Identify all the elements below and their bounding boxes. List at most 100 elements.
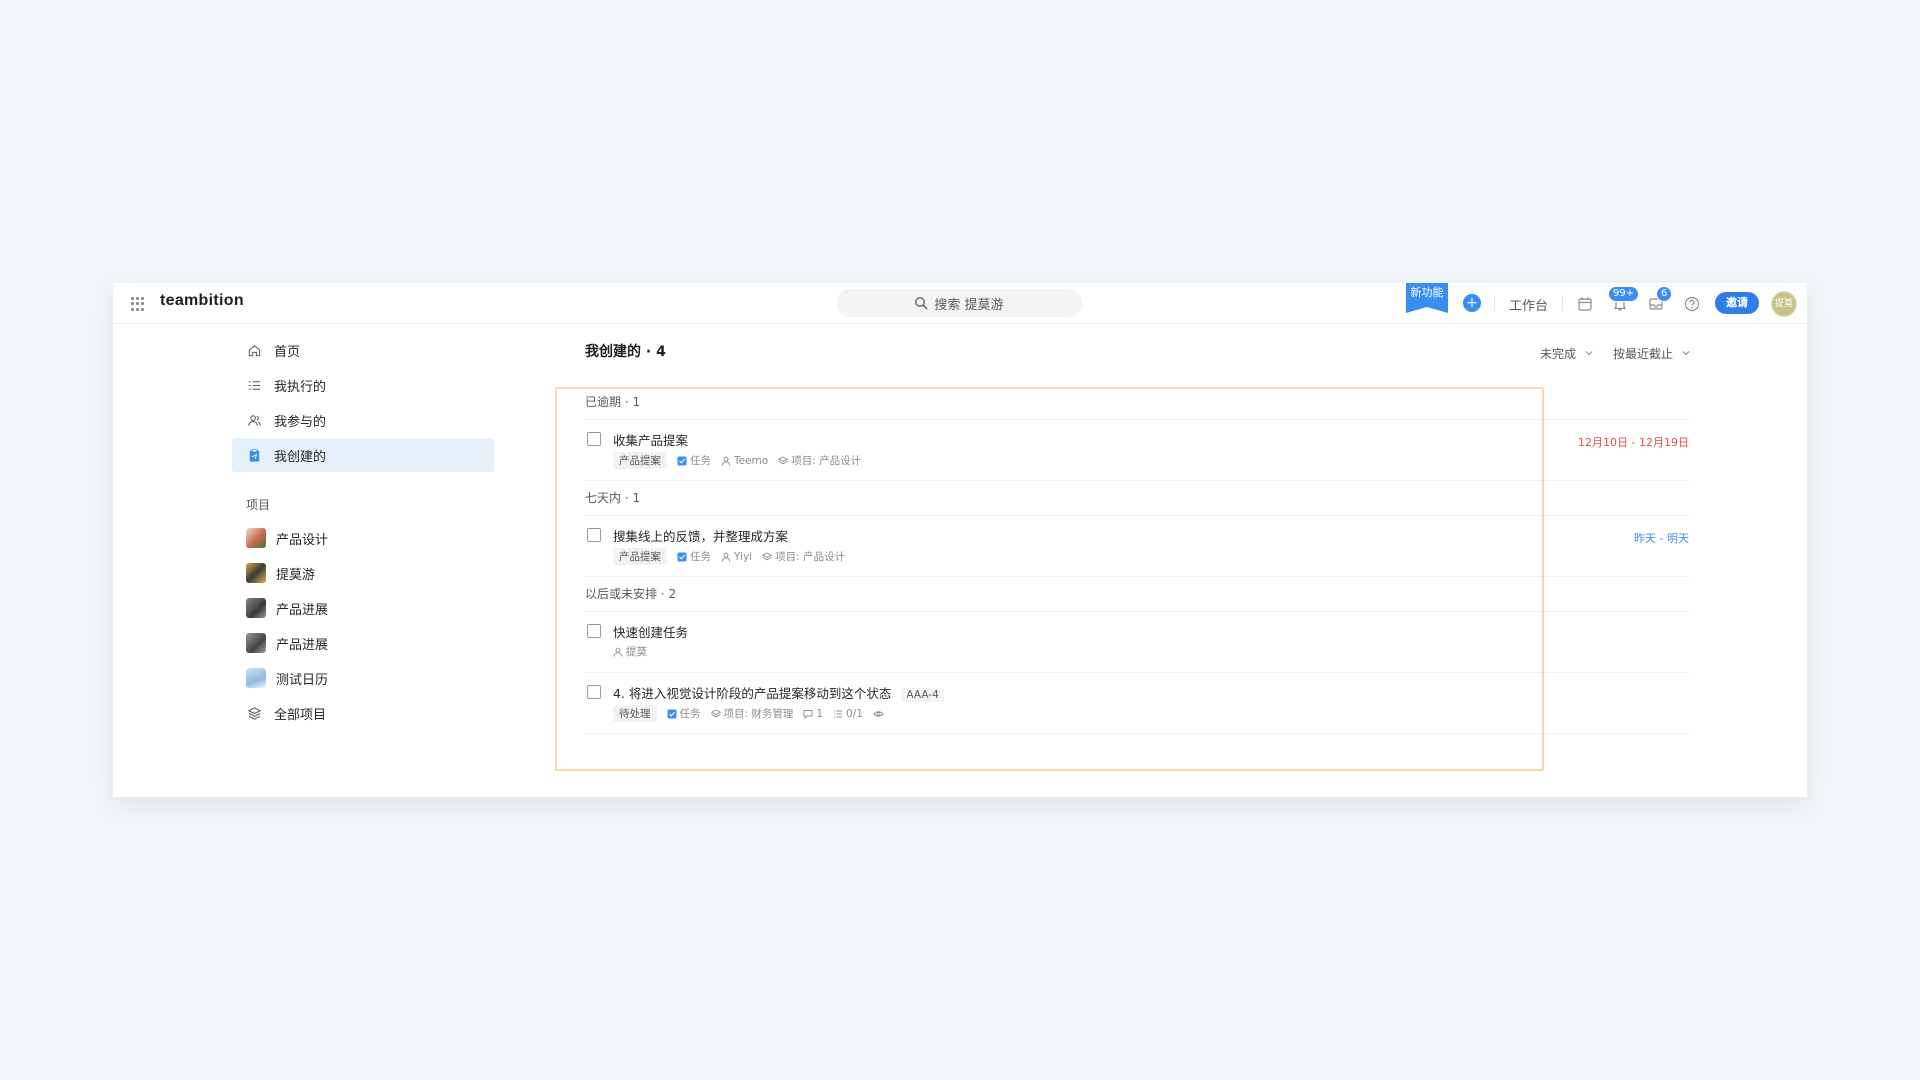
nav-label: 我参与的 bbox=[274, 414, 327, 430]
task-title[interactable]: 4. 将进入视觉设计阶段的产品提案移动到这个状态 AAA-4 bbox=[613, 683, 944, 702]
task-type: 任务 bbox=[667, 706, 701, 721]
task-tag: 产品提案 bbox=[613, 548, 667, 565]
user-avatar[interactable]: 提莫 bbox=[1771, 291, 1797, 317]
calendar-icon[interactable] bbox=[1576, 295, 1594, 313]
sort-dropdown[interactable]: 按最近截止 bbox=[1613, 345, 1691, 362]
task-meta: 提莫 bbox=[613, 644, 657, 659]
assignee-name: Teemo bbox=[734, 454, 769, 467]
project-item[interactable]: 产品设计 bbox=[232, 521, 494, 555]
project-thumbnail bbox=[246, 528, 266, 548]
search-placeholder: 搜索 提莫游 bbox=[934, 297, 1004, 313]
task-type-label: 任务 bbox=[690, 551, 711, 563]
notification-badge: 99+ bbox=[1608, 286, 1640, 302]
task-due-date[interactable]: 昨天 - 明天 bbox=[1634, 530, 1689, 546]
app-window: teambition 搜索 提莫游 新功能 + 工作台 99+ 6 邀请 提莫 … bbox=[113, 283, 1807, 797]
project-name: 项目: 产品设计 bbox=[775, 551, 845, 563]
nav-label: 我创建的 bbox=[274, 449, 327, 465]
nav-participated[interactable]: 我参与的 bbox=[232, 403, 494, 437]
task-list: 已逾期 · 1 收集产品提案 产品提案 任务 Teemo 项目: 产品设计 12… bbox=[585, 385, 1689, 734]
nav-my-tasks[interactable]: 我执行的 bbox=[232, 368, 494, 402]
sidebar: 首页 我执行的 我参与的 我创建的 项目 产品设计 提莫游 产品进展 产品进展 … bbox=[232, 333, 494, 731]
user-icon bbox=[721, 456, 731, 466]
page-title: 我创建的 · 4 bbox=[585, 344, 666, 360]
task-row[interactable]: 收集产品提案 产品提案 任务 Teemo 项目: 产品设计 12月10日 - 1… bbox=[585, 420, 1689, 481]
task-type-label: 任务 bbox=[679, 708, 701, 720]
project-item[interactable]: 提莫游 bbox=[232, 556, 494, 590]
project-label: 提莫游 bbox=[276, 567, 316, 583]
task-meta: 待处理 任务 项目: 财务管理 1 0/1 bbox=[613, 705, 897, 722]
task-row[interactable]: 4. 将进入视觉设计阶段的产品提案移动到这个状态 AAA-4 待处理 任务 项目:… bbox=[585, 673, 1689, 734]
apps-grid-icon[interactable] bbox=[131, 297, 145, 311]
task-due-date[interactable]: 12月10日 - 12月19日 bbox=[1578, 434, 1689, 450]
divider bbox=[1562, 295, 1563, 311]
project-thumbnail bbox=[246, 563, 266, 583]
task-title[interactable]: 收集产品提案 bbox=[613, 430, 688, 449]
task-title[interactable]: 快速创建任务 bbox=[613, 622, 688, 641]
task-row[interactable]: 搜集线上的反馈，并整理成方案 产品提案 任务 Yiyi 项目: 产品设计 昨天 … bbox=[585, 516, 1689, 577]
task-visibility bbox=[873, 709, 887, 719]
search-bar[interactable]: 搜索 提莫游 bbox=[836, 289, 1082, 317]
task-code-tag: AAA-4 bbox=[901, 688, 944, 702]
section-title: 七天内 · 1 bbox=[585, 481, 1689, 516]
project-name: 项目: 财务管理 bbox=[723, 708, 794, 720]
project-item[interactable]: 测试日历 bbox=[232, 661, 494, 695]
task-type-icon bbox=[677, 456, 687, 465]
layers-icon bbox=[246, 705, 262, 721]
subtask-count: 0/1 bbox=[846, 707, 863, 720]
status-filter-label: 未完成 bbox=[1540, 347, 1577, 361]
list-icon bbox=[246, 377, 262, 393]
workbench-link[interactable]: 工作台 bbox=[1509, 295, 1548, 314]
task-checkbox[interactable] bbox=[587, 432, 601, 446]
brand-logo[interactable]: teambition bbox=[160, 292, 244, 310]
user-icon bbox=[721, 552, 731, 562]
top-bar: teambition 搜索 提莫游 新功能 + 工作台 99+ 6 邀请 提莫 bbox=[113, 283, 1807, 324]
nav-home[interactable]: 首页 bbox=[232, 333, 494, 367]
task-status-tag: 待处理 bbox=[613, 705, 657, 722]
task-row[interactable]: 快速创建任务 提莫 bbox=[585, 612, 1689, 673]
project-label: 产品进展 bbox=[276, 602, 329, 618]
new-feature-ribbon[interactable]: 新功能 bbox=[1406, 283, 1448, 313]
help-icon[interactable] bbox=[1683, 295, 1701, 313]
project-label: 产品设计 bbox=[276, 532, 329, 548]
task-comments: 1 bbox=[803, 708, 823, 720]
project-label: 测试日历 bbox=[276, 672, 329, 688]
task-assignee: Teemo bbox=[721, 455, 768, 467]
create-button[interactable]: + bbox=[1463, 294, 1481, 312]
task-checkbox[interactable] bbox=[587, 685, 601, 699]
task-checkbox[interactable] bbox=[587, 624, 601, 638]
inbox-badge: 6 bbox=[1656, 286, 1673, 302]
task-type-icon bbox=[667, 709, 676, 718]
task-meta: 产品提案 任务 Yiyi 项目: 产品设计 bbox=[613, 548, 855, 565]
task-assignee: 提莫 bbox=[613, 644, 647, 659]
chevron-down-icon bbox=[1682, 351, 1690, 356]
task-project: 项目: 产品设计 bbox=[778, 453, 861, 468]
user-icon bbox=[613, 647, 623, 657]
nav-created[interactable]: 我创建的 bbox=[232, 438, 494, 472]
task-subtasks: 0/1 bbox=[833, 708, 863, 720]
projects-section-title: 项目 bbox=[246, 498, 271, 512]
project-item[interactable]: 产品进展 bbox=[232, 626, 494, 660]
task-project: 项目: 财务管理 bbox=[710, 706, 794, 721]
project-item[interactable]: 产品进展 bbox=[232, 591, 494, 625]
task-assignee: Yiyi bbox=[721, 551, 752, 563]
chevron-down-icon bbox=[1585, 351, 1593, 356]
project-thumbnail bbox=[246, 668, 266, 688]
task-title[interactable]: 搜集线上的反馈，并整理成方案 bbox=[613, 526, 788, 545]
layers-icon bbox=[778, 455, 789, 464]
section-title: 已逾期 · 1 bbox=[585, 385, 1689, 420]
invite-button[interactable]: 邀请 bbox=[1715, 292, 1759, 314]
sort-label: 按最近截止 bbox=[1613, 347, 1674, 361]
layers-icon bbox=[710, 708, 721, 717]
project-label: 全部项目 bbox=[274, 707, 327, 723]
task-checkbox[interactable] bbox=[587, 528, 601, 542]
clipboard-icon bbox=[246, 447, 262, 463]
comment-count: 1 bbox=[816, 707, 824, 720]
status-filter-dropdown[interactable]: 未完成 bbox=[1540, 345, 1594, 362]
nav-label: 我执行的 bbox=[274, 379, 327, 395]
layers-icon bbox=[762, 551, 773, 560]
all-projects-item[interactable]: 全部项目 bbox=[232, 696, 494, 730]
task-meta: 产品提案 任务 Teemo 项目: 产品设计 bbox=[613, 452, 871, 469]
task-title-text: 4. 将进入视觉设计阶段的产品提案移动到这个状态 bbox=[613, 686, 892, 701]
eye-icon bbox=[873, 710, 884, 717]
assignee-name: Yiyi bbox=[734, 550, 753, 563]
